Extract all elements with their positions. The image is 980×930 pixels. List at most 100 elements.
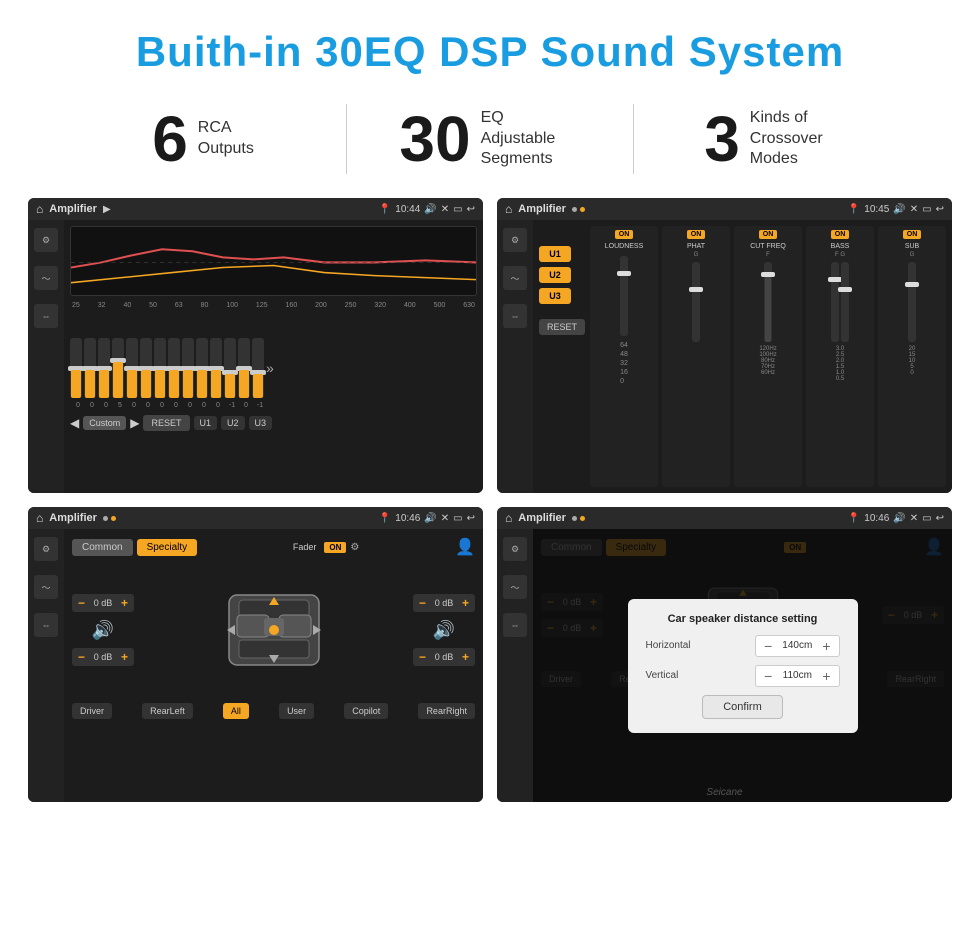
eq-slider-2[interactable] [98, 338, 110, 398]
horizontal-minus-btn[interactable]: − [764, 638, 772, 654]
eq-expand-btn[interactable]: » [266, 338, 286, 398]
crossover-back-icon[interactable]: ↩ [936, 204, 944, 215]
cutfreq-on-badge[interactable]: ON [759, 230, 778, 239]
front-left-minus[interactable]: − [78, 596, 85, 610]
eq-u1-btn[interactable]: U1 [194, 416, 218, 430]
distance-close-icon[interactable]: ✕ [910, 513, 918, 524]
all-btn[interactable]: All [223, 703, 249, 719]
eq-u2-btn[interactable]: U2 [221, 416, 245, 430]
bass-on-badge[interactable]: ON [831, 230, 850, 239]
bass-channel: ON BASS F G [806, 226, 874, 487]
bass-slider-1[interactable] [831, 262, 839, 342]
home-icon-2[interactable]: ⌂ [505, 202, 512, 216]
crossover-close-icon[interactable]: ✕ [910, 204, 918, 215]
eq-slider-6[interactable] [154, 338, 166, 398]
eq-slider-12[interactable] [238, 338, 250, 398]
eq-slider-0[interactable] [70, 338, 82, 398]
front-left-val: 0 dB [89, 598, 117, 608]
u-buttons: U1 U2 U3 RESET [539, 226, 585, 487]
distance-sidebar-btn1[interactable]: ⚙ [503, 537, 527, 561]
eq-back-icon[interactable]: ↩ [467, 204, 475, 215]
driver-btn[interactable]: Driver [72, 703, 112, 719]
speaker-window-icon[interactable]: ▭ [453, 513, 462, 524]
stat-label-crossover: Kinds ofCrossover Modes [750, 108, 850, 170]
speaker-back-icon[interactable]: ↩ [467, 513, 475, 524]
home-icon[interactable]: ⌂ [36, 202, 43, 216]
front-left-plus[interactable]: + [121, 596, 128, 610]
user-btn[interactable]: User [279, 703, 314, 719]
loudness-slider[interactable] [620, 256, 628, 336]
distance-back-icon[interactable]: ↩ [936, 513, 944, 524]
home-icon-4[interactable]: ⌂ [505, 511, 512, 525]
sub-on-badge[interactable]: ON [903, 230, 922, 239]
fader-settings-icon[interactable]: ⚙ [350, 542, 359, 553]
crossover-sidebar-btn3[interactable]: ⇔ [503, 304, 527, 328]
rear-right-minus[interactable]: − [419, 650, 426, 664]
home-icon-3[interactable]: ⌂ [36, 511, 43, 525]
crossover-sidebar-btn1[interactable]: ⚙ [503, 228, 527, 252]
eq-slider-7[interactable] [168, 338, 180, 398]
rear-left-plus[interactable]: + [121, 650, 128, 664]
eq-next-btn[interactable]: ▶ [130, 416, 139, 430]
crossover-dots [572, 207, 585, 212]
crossover-sidebar-btn2[interactable]: 〜 [503, 266, 527, 290]
speaker-close-icon[interactable]: ✕ [441, 513, 449, 524]
eq-u3-btn[interactable]: U3 [249, 416, 273, 430]
common-tab[interactable]: Common [72, 539, 133, 556]
phat-slider[interactable] [692, 262, 700, 342]
eq-sidebar-btn2[interactable]: 〜 [34, 266, 58, 290]
front-right-minus[interactable]: − [419, 596, 426, 610]
eq-slider-5[interactable] [140, 338, 152, 398]
eq-slider-3[interactable] [112, 338, 124, 398]
loudness-on-badge[interactable]: ON [615, 230, 634, 239]
speaker-sidebar-btn1[interactable]: ⚙ [34, 537, 58, 561]
copilot-btn[interactable]: Copilot [344, 703, 388, 719]
sub-label: SUB [905, 243, 919, 250]
sub-slider[interactable] [908, 262, 916, 342]
specialty-tab[interactable]: Specialty [137, 539, 198, 556]
distance-sidebar-btn2[interactable]: 〜 [503, 575, 527, 599]
u2-btn[interactable]: U2 [539, 267, 571, 283]
eq-slider-11[interactable] [224, 338, 236, 398]
cutfreq-slider[interactable] [764, 262, 772, 342]
u3-btn[interactable]: U3 [539, 288, 571, 304]
rear-right-plus[interactable]: + [462, 650, 469, 664]
eq-slider-10[interactable] [210, 338, 222, 398]
eq-close-icon[interactable]: ✕ [441, 204, 449, 215]
rear-left-minus[interactable]: − [78, 650, 85, 664]
speaker-sidebar-btn3[interactable]: ⇔ [34, 613, 58, 637]
distance-window-icon[interactable]: ▭ [922, 513, 931, 524]
eq-sidebar-btn1[interactable]: ⚙ [34, 228, 58, 252]
distance-screen: ⌂ Amplifier 📍 10:46 🔊 ✕ ▭ ↩ ⚙ 〜 ⇔ [497, 507, 952, 802]
fader-on-toggle[interactable]: ON [324, 542, 346, 553]
eq-slider-4[interactable] [126, 338, 138, 398]
eq-reset-btn[interactable]: RESET [143, 415, 189, 431]
eq-slider-9[interactable] [196, 338, 208, 398]
bass-slider-2[interactable] [841, 262, 849, 342]
horizontal-plus-btn[interactable]: + [822, 638, 830, 654]
crossover-window-icon[interactable]: ▭ [922, 204, 931, 215]
crossover-location-icon: 📍 [848, 204, 860, 215]
speaker-sidebar-btn2[interactable]: 〜 [34, 575, 58, 599]
phat-on-badge[interactable]: ON [687, 230, 706, 239]
confirm-button[interactable]: Confirm [702, 695, 783, 719]
fader-label: Fader [293, 542, 317, 552]
front-right-plus[interactable]: + [462, 596, 469, 610]
speaker-user-icon[interactable]: 👤 [455, 537, 475, 557]
eq-window-icon[interactable]: ▭ [453, 204, 462, 215]
eq-slider-13[interactable] [252, 338, 264, 398]
vertical-minus-btn[interactable]: − [764, 668, 772, 684]
speaker-status-bar: ⌂ Amplifier 📍 10:46 🔊 ✕ ▭ ↩ [28, 507, 483, 529]
eq-custom-btn[interactable]: Custom [83, 416, 126, 430]
eq-sidebar-btn3[interactable]: ⇔ [34, 304, 58, 328]
eq-prev-btn[interactable]: ◀ [70, 416, 79, 430]
distance-sidebar-btn3[interactable]: ⇔ [503, 613, 527, 637]
rear-right-btn[interactable]: RearRight [418, 703, 475, 719]
u1-btn[interactable]: U1 [539, 246, 571, 262]
rear-left-btn[interactable]: RearLeft [142, 703, 193, 719]
vertical-plus-btn[interactable]: + [822, 668, 830, 684]
dialog-horizontal-label: Horizontal [646, 640, 691, 651]
eq-slider-1[interactable] [84, 338, 96, 398]
eq-slider-8[interactable] [182, 338, 194, 398]
crossover-reset-btn[interactable]: RESET [539, 319, 585, 335]
